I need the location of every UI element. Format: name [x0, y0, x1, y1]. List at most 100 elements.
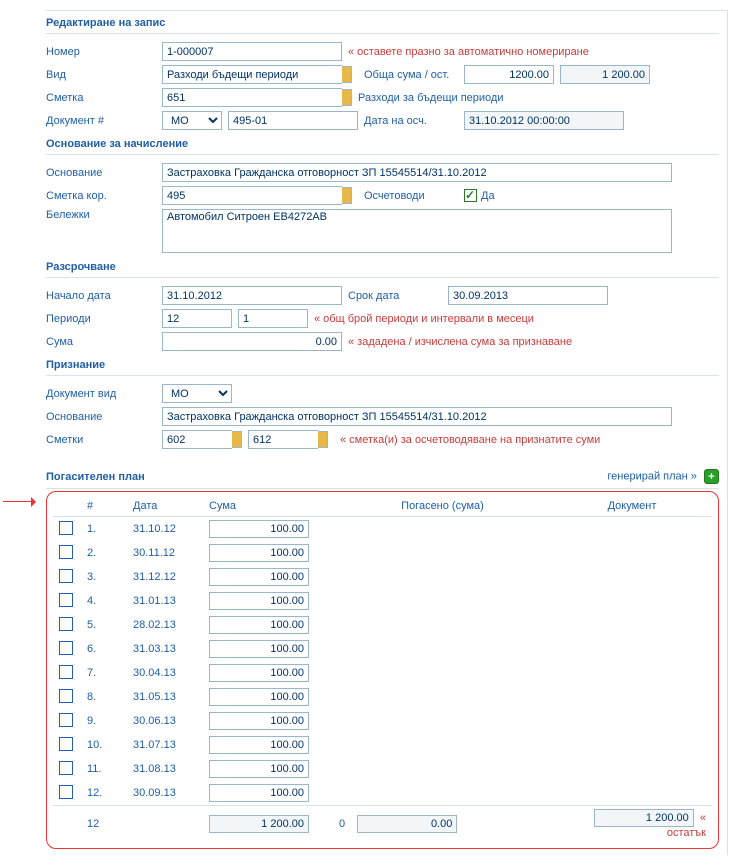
section-accrual-basis: Основание за начисление: [46, 132, 719, 155]
row-sum-input[interactable]: [209, 640, 309, 658]
total-sum: [209, 815, 309, 833]
total-paid: [357, 815, 457, 833]
recog-acc1-input[interactable]: [162, 430, 232, 449]
row-date: 30.06.13: [127, 709, 203, 733]
rest-input: [560, 65, 650, 84]
label-total-rest: Обща сума / ост.: [364, 69, 464, 81]
label-number: Номер: [46, 46, 162, 58]
row-checkbox[interactable]: [59, 521, 73, 535]
row-sum-input[interactable]: [209, 760, 309, 778]
acc-date-input: [464, 111, 624, 130]
label-start-date: Начало дата: [46, 290, 162, 302]
add-row-icon[interactable]: +: [704, 469, 719, 484]
lookup-acc1-icon[interactable]: [232, 431, 242, 448]
recog-basis-input[interactable]: [162, 407, 672, 426]
table-row: 9.30.06.13: [53, 709, 712, 733]
row-sum-input[interactable]: [209, 664, 309, 682]
lookup-kind-icon[interactable]: [342, 66, 352, 83]
row-checkbox[interactable]: [59, 545, 73, 559]
table-row: 3.31.12.12: [53, 565, 712, 589]
row-n: 1.: [81, 517, 127, 542]
label-basis: Основание: [46, 167, 162, 179]
basis-input[interactable]: [162, 163, 672, 182]
col-date: Дата: [127, 496, 203, 517]
col-doc: Документ: [552, 496, 712, 517]
row-checkbox[interactable]: [59, 569, 73, 583]
table-row: 5.28.02.13: [53, 613, 712, 637]
row-n: 10.: [81, 733, 127, 757]
row-sum-input[interactable]: [209, 568, 309, 586]
account-input[interactable]: [162, 88, 342, 107]
row-checkbox[interactable]: [59, 761, 73, 775]
kind-input[interactable]: [162, 65, 342, 84]
label-recog-basis: Основание: [46, 411, 162, 423]
row-checkbox[interactable]: [59, 689, 73, 703]
row-n: 7.: [81, 661, 127, 685]
row-checkbox[interactable]: [59, 617, 73, 631]
sum-input[interactable]: [162, 332, 342, 351]
row-checkbox[interactable]: [59, 665, 73, 679]
row-sum-input[interactable]: [209, 736, 309, 754]
corr-account-input[interactable]: [162, 186, 342, 205]
row-n: 12.: [81, 781, 127, 806]
table-row: 7.30.04.13: [53, 661, 712, 685]
label-account: Сметка: [46, 92, 162, 104]
row-date: 31.05.13: [127, 685, 203, 709]
posted-checkbox[interactable]: [464, 189, 477, 202]
row-checkbox[interactable]: [59, 593, 73, 607]
row-checkbox[interactable]: [59, 713, 73, 727]
table-row: 11.31.08.13: [53, 757, 712, 781]
notes-textarea[interactable]: Автомобил Ситроен ЕВ4272АВ: [162, 209, 672, 253]
row-sum-input[interactable]: [209, 688, 309, 706]
row-sum-input[interactable]: [209, 616, 309, 634]
row-checkbox[interactable]: [59, 785, 73, 799]
row-sum-input[interactable]: [209, 784, 309, 802]
row-checkbox[interactable]: [59, 641, 73, 655]
section-edit-record: Редактиране на запис: [46, 11, 719, 34]
interval-input[interactable]: [238, 309, 308, 328]
plan-box: # Дата Сума Погасено (сума) Документ 1.3…: [46, 491, 719, 849]
label-doc-no: Документ #: [46, 115, 162, 127]
label-doc-kind: Документ вид: [46, 388, 162, 400]
number-input[interactable]: [162, 42, 342, 61]
posted-yes: Да: [481, 190, 495, 202]
label-periods: Периоди: [46, 313, 162, 325]
row-n: 11.: [81, 757, 127, 781]
start-date-input[interactable]: [162, 286, 342, 305]
row-sum-input[interactable]: [209, 712, 309, 730]
row-date: 31.08.13: [127, 757, 203, 781]
row-date: 31.10.12: [127, 517, 203, 542]
row-sum-input[interactable]: [209, 544, 309, 562]
row-sum-input[interactable]: [209, 520, 309, 538]
section-plan: Погасителен план: [46, 471, 145, 483]
hint-sum: « зададена / изчислена сума за признаван…: [348, 336, 572, 348]
row-date: 30.04.13: [127, 661, 203, 685]
lookup-corr-account-icon[interactable]: [342, 187, 352, 204]
row-n: 6.: [81, 637, 127, 661]
row-sum-input[interactable]: [209, 592, 309, 610]
table-row: 1.31.10.12: [53, 517, 712, 542]
row-n: 9.: [81, 709, 127, 733]
total-input[interactable]: [464, 65, 554, 84]
end-date-input[interactable]: [448, 286, 608, 305]
section-installments: Разсрочване: [46, 255, 719, 278]
row-date: 31.03.13: [127, 637, 203, 661]
doc-type-select[interactable]: МО: [162, 111, 222, 130]
lookup-acc2-icon[interactable]: [318, 431, 328, 448]
arrow-icon: [3, 496, 41, 508]
table-row: 2.30.11.12: [53, 541, 712, 565]
row-date: 31.01.13: [127, 589, 203, 613]
table-row: 6.31.03.13: [53, 637, 712, 661]
doc-no-input[interactable]: [228, 111, 358, 130]
row-checkbox[interactable]: [59, 737, 73, 751]
row-date: 31.07.13: [127, 733, 203, 757]
recog-acc2-input[interactable]: [248, 430, 318, 449]
lookup-account-icon[interactable]: [342, 89, 352, 106]
total-count: 12: [81, 806, 127, 843]
col-n: #: [81, 496, 127, 517]
recog-doc-kind-select[interactable]: МО: [162, 384, 232, 403]
total-doc: [594, 809, 694, 827]
periods-input[interactable]: [162, 309, 232, 328]
row-n: 5.: [81, 613, 127, 637]
generate-plan-link[interactable]: генерирай план »: [607, 470, 697, 482]
